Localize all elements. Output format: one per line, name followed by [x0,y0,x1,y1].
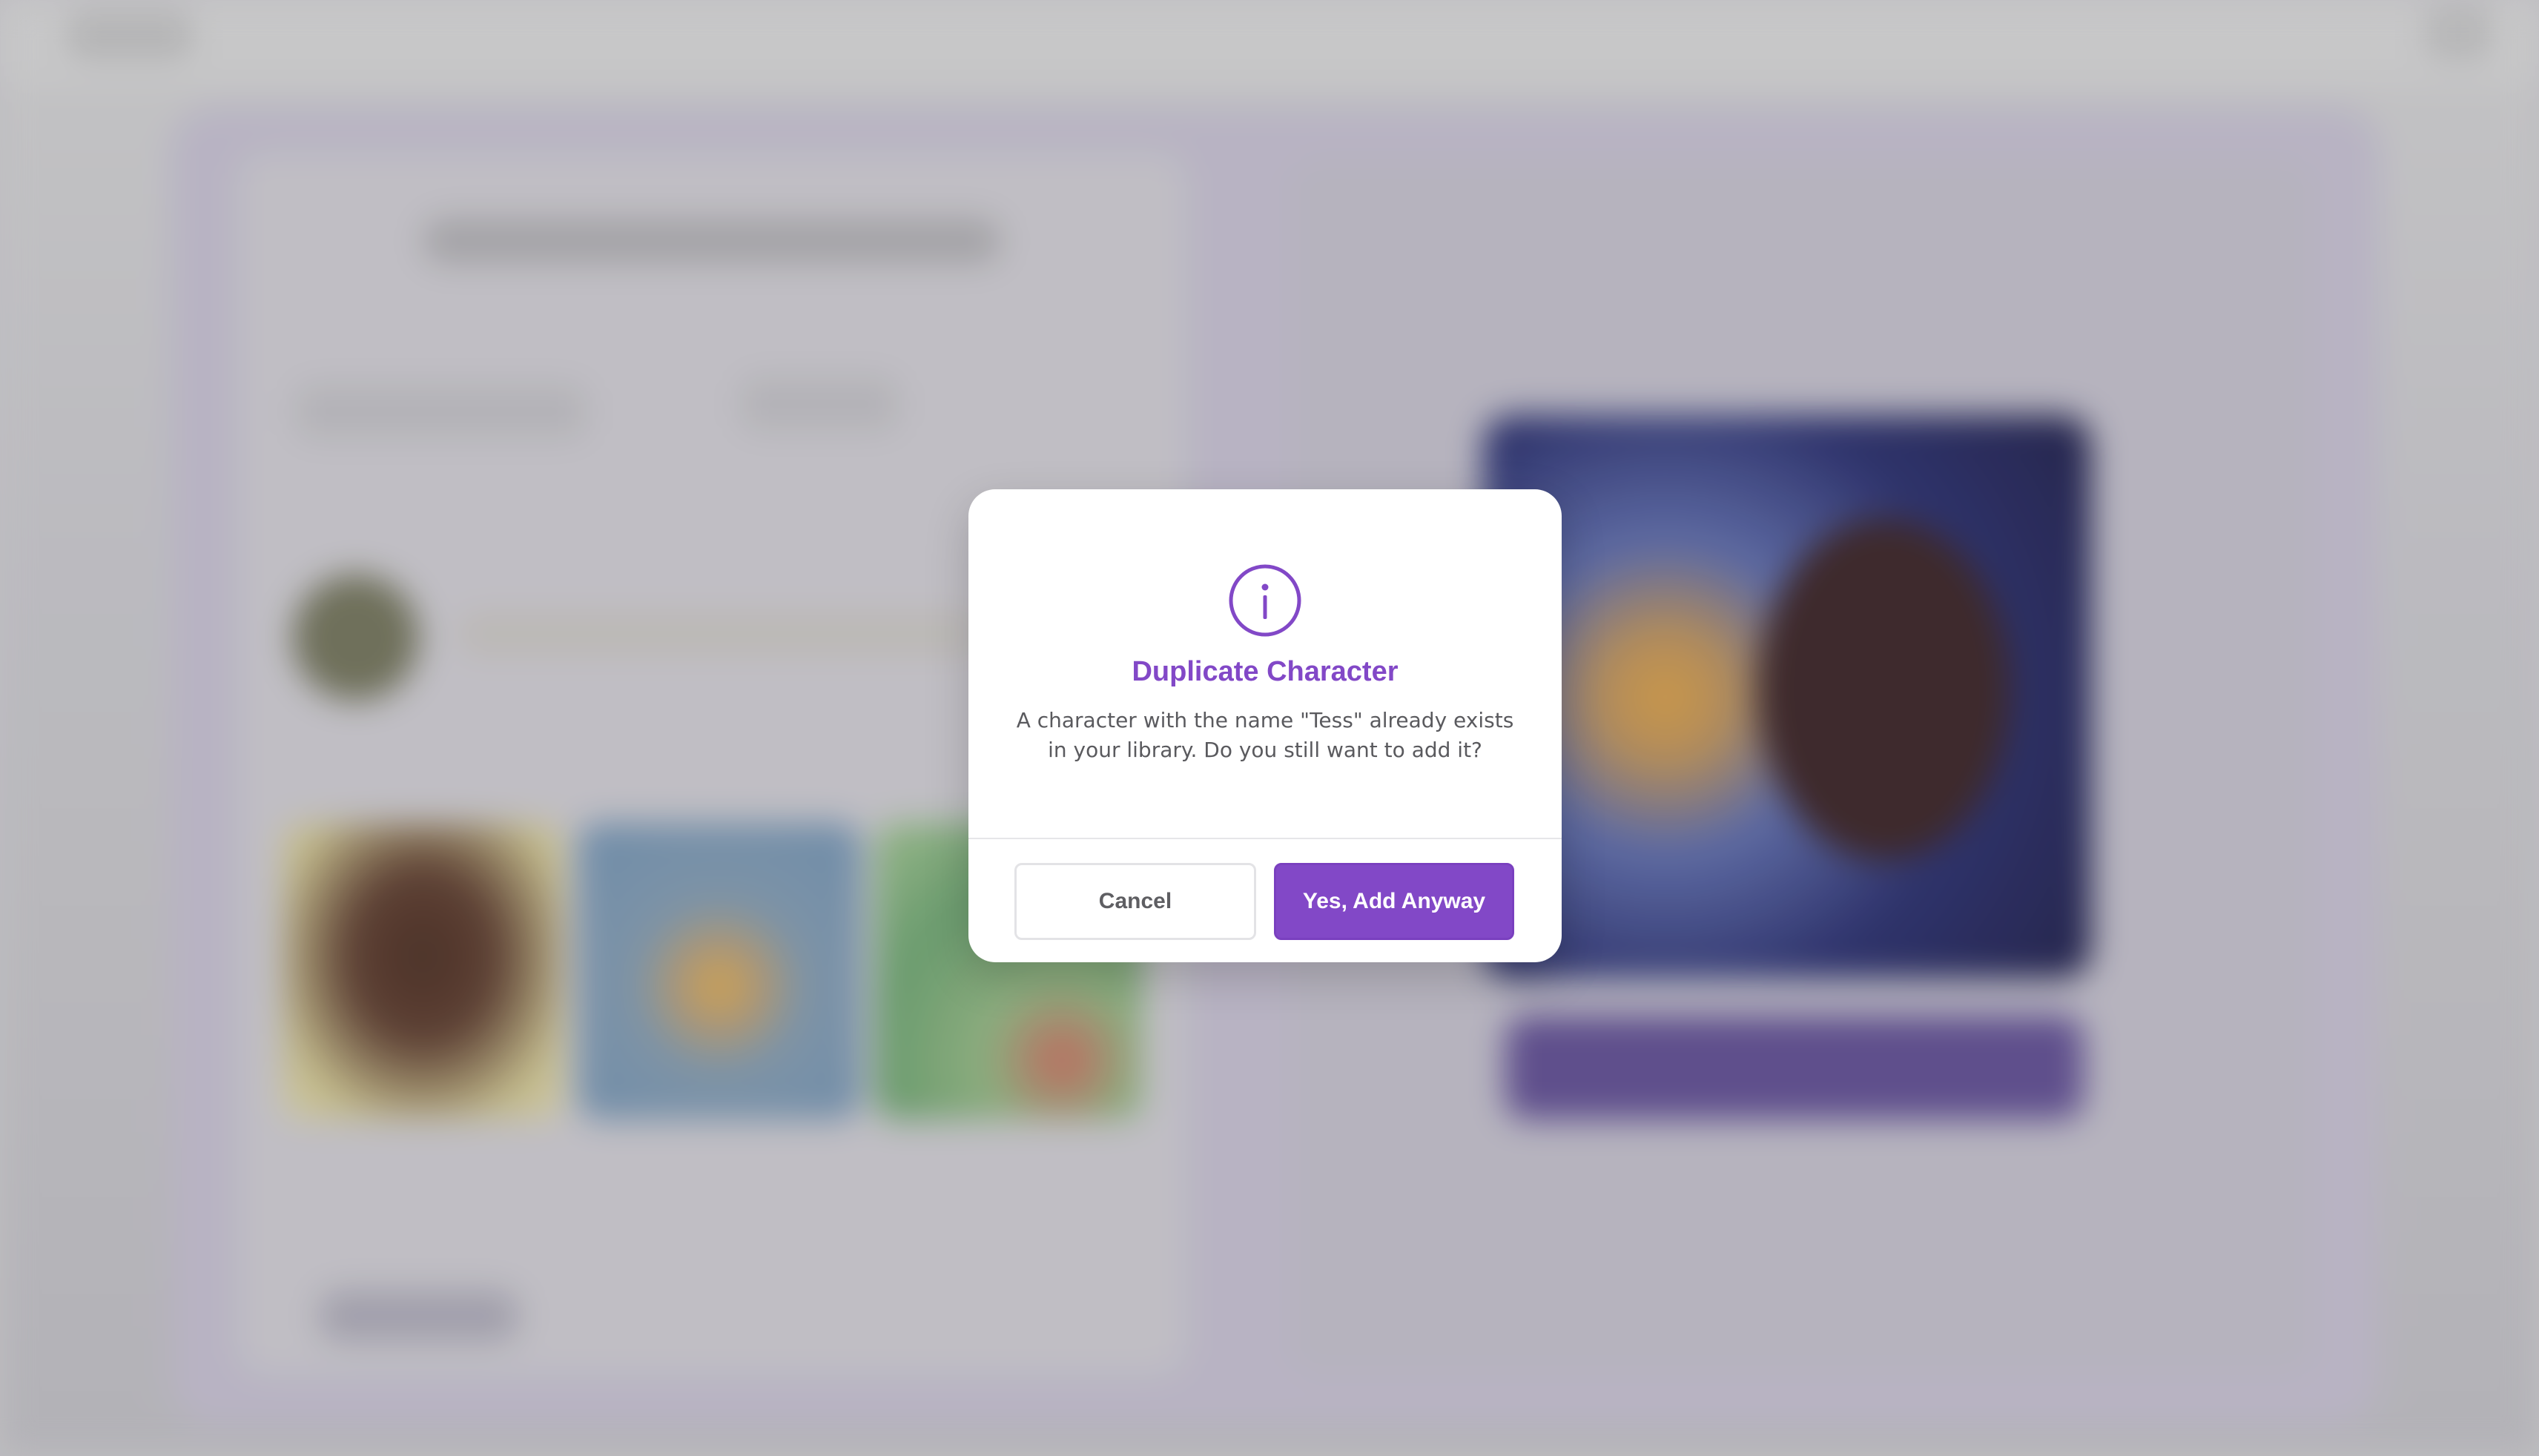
cancel-button[interactable]: Cancel [1014,863,1256,940]
dialog-message: A character with the name "Tess" already… [1016,708,1514,762]
dialog-title: Duplicate Character [1132,656,1399,687]
dialog-divider [968,838,1562,839]
add-anyway-button[interactable]: Yes, Add Anyway [1274,863,1514,940]
info-circle-icon [1229,564,1301,637]
duplicate-character-dialog: Duplicate Character A character with the… [968,489,1562,962]
